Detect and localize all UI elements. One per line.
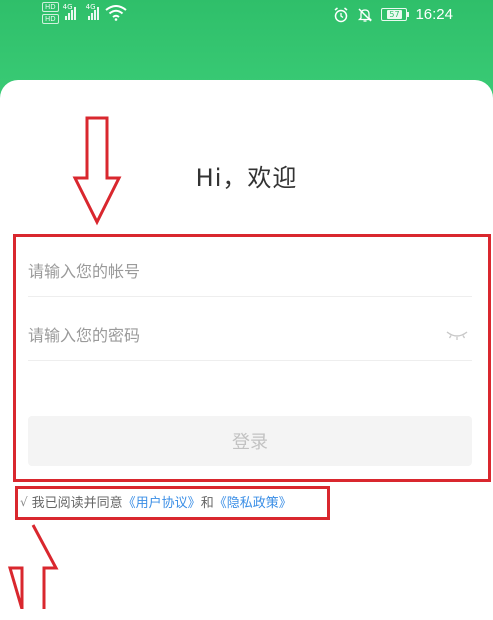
status-left: HD HD 4G 4G bbox=[42, 2, 127, 24]
signal-icon: 4G bbox=[63, 3, 76, 20]
battery-icon: 57 bbox=[381, 8, 410, 21]
annotation-arrow-down-icon bbox=[72, 116, 122, 226]
privacy-policy-link[interactable]: 《隐私政策》 bbox=[214, 492, 292, 511]
wifi-icon bbox=[105, 5, 127, 21]
agreement-checkbox[interactable]: √ bbox=[20, 495, 28, 509]
hd-icon: HD bbox=[42, 2, 59, 12]
user-agreement-link[interactable]: 《用户协议》 bbox=[123, 492, 201, 511]
agreement-prefix: 我已阅读并同意 bbox=[31, 496, 123, 511]
battery-level: 57 bbox=[387, 10, 402, 19]
status-bar: HD HD 4G 4G 57 16:24 bbox=[0, 0, 493, 34]
hd-icon-2: HD bbox=[42, 14, 59, 24]
annotation-box-form bbox=[13, 234, 491, 482]
status-time: 16:24 bbox=[415, 6, 453, 23]
status-right: 57 16:24 bbox=[333, 6, 453, 23]
annotation-arrow-up-icon bbox=[7, 524, 59, 609]
signal-icon-2: 4G bbox=[86, 3, 99, 20]
agreement-row: √ 我已阅读并同意 《用户协议》 和 《隐私政策》 bbox=[20, 492, 292, 512]
mute-icon bbox=[358, 7, 373, 22]
alarm-icon bbox=[334, 6, 348, 22]
agreement-conjunction: 和 bbox=[200, 496, 214, 511]
hd-indicators: HD HD bbox=[42, 2, 59, 24]
